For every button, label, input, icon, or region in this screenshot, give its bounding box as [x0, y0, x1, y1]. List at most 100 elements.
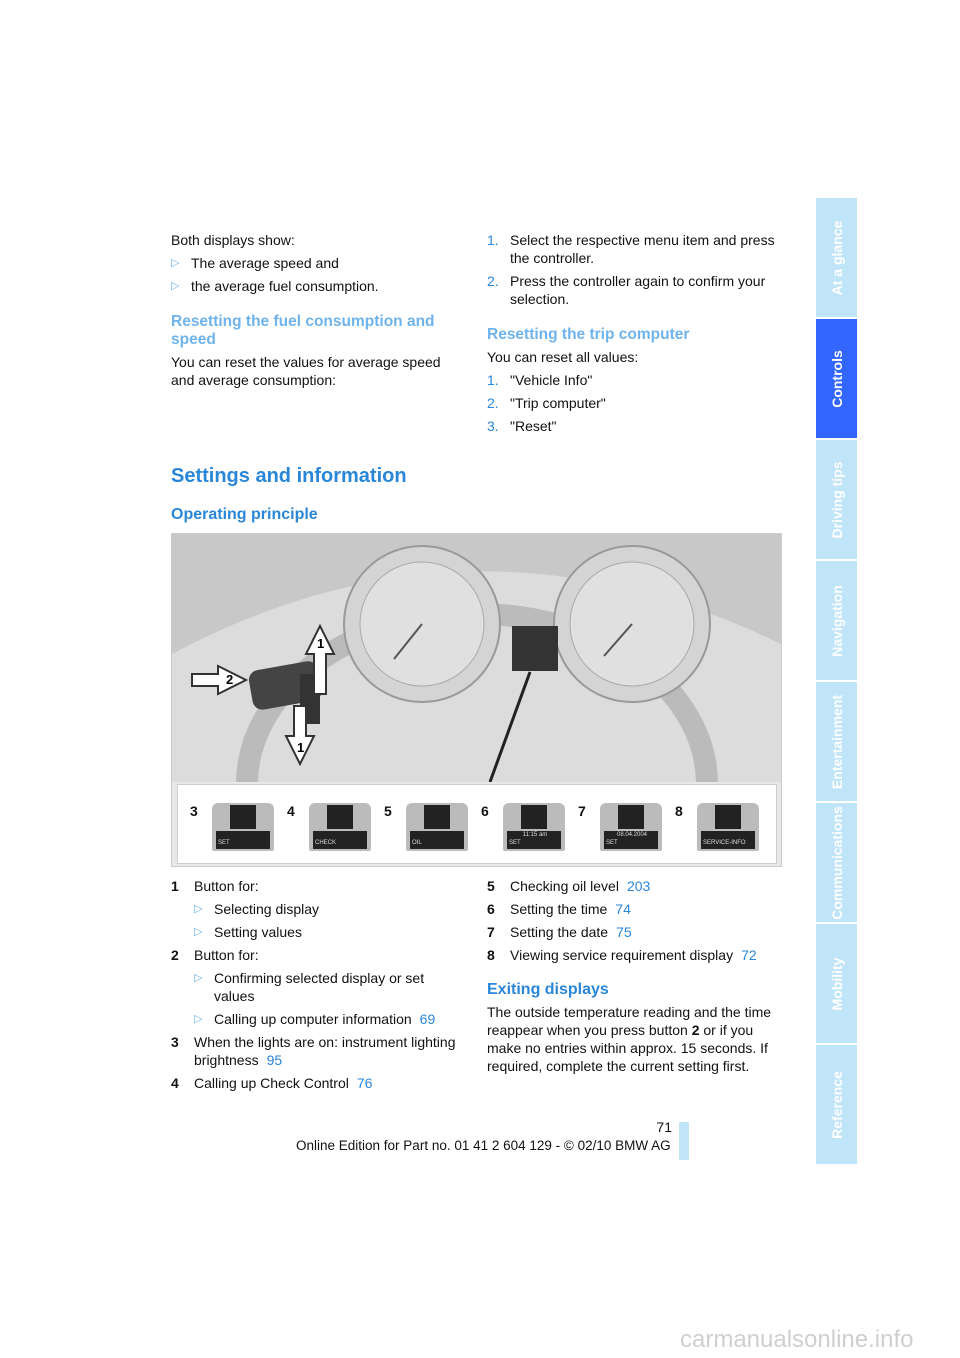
subitem-text: Setting values — [214, 924, 302, 940]
side-tab-label: Reference — [828, 1070, 845, 1139]
step-number: 1. — [487, 372, 499, 388]
display-strip: 3 SET 4 CHECK 5 OIL 6 11:15 am SET 7 08.04.2004 SET… — [177, 784, 777, 864]
edition-footer: Online Edition for Part no. 01 41 2 604 … — [296, 1138, 671, 1153]
display-screen: 11:15 am SET — [507, 831, 561, 849]
heading-resetting-trip: Resetting the trip computer — [487, 326, 690, 343]
side-tab-label: At a glance — [828, 220, 845, 295]
legend-item: 5 Checking oil level 203 — [487, 877, 782, 895]
step-text: Press the controller again to confirm yo… — [510, 273, 766, 307]
legend-number: 1 — [171, 878, 179, 894]
triangle-bullet-icon: ▷ — [171, 257, 180, 269]
subitem-text: Calling up computer information — [214, 1011, 412, 1027]
display-thumbnail: SET — [212, 803, 274, 851]
display-thumbnail: 11:15 am SET — [503, 803, 565, 851]
legend-line: Viewing service requirement display 72 — [510, 946, 757, 964]
side-tab-navigation[interactable]: Navigation — [816, 561, 857, 680]
display-screen: SERVICE-INFO — [701, 831, 755, 849]
triangle-bullet-icon: ▷ — [194, 903, 203, 915]
page-reference-link[interactable]: 203 — [627, 878, 650, 894]
subitem-line: Setting values — [214, 923, 302, 941]
side-tab-driving-tips[interactable]: Driving tips — [816, 440, 857, 559]
page-reference-link[interactable]: 74 — [615, 901, 631, 917]
legend-right: 5 Checking oil level 203 6 Setting the time 7… — [487, 877, 782, 969]
instrument-cluster-drawing: 1 2 1 — [172, 534, 781, 782]
reset-step: 3. "Reset" — [487, 417, 782, 435]
legend-number: 2 — [171, 947, 179, 963]
display-label: OIL — [412, 840, 422, 846]
legend-text: Calling up Check Control — [194, 1075, 349, 1091]
legend-content: Checking oil level 203 — [510, 877, 650, 895]
display-icon — [230, 805, 256, 829]
step-text: "Reset" — [510, 418, 557, 434]
legend-line: Setting the date 75 — [510, 923, 632, 941]
display-screen: 08.04.2004 SET — [604, 831, 658, 849]
left-top-column: Both displays show: ▷ The average speed a… — [171, 231, 466, 389]
section-title: Settings and information — [171, 465, 407, 487]
legend-text: Checking oil level — [510, 878, 619, 894]
display-label: CHECK — [315, 840, 337, 846]
legend-content: Viewing service requirement display 72 — [510, 946, 757, 964]
legend-item: 2 Button for: ▷ Confirming selected display… — [171, 946, 466, 1028]
legend-number: 7 — [487, 924, 495, 940]
side-tab-controls[interactable]: Controls — [816, 319, 857, 438]
step-number: 3. — [487, 418, 499, 434]
side-tab-label: Communications — [828, 805, 845, 920]
legend-number: 3 — [171, 1034, 179, 1050]
legend-text: Button for: — [194, 878, 259, 894]
side-tab-reference[interactable]: Reference — [816, 1045, 857, 1164]
legend-item: 3 When the lights are on: instrument ligh… — [171, 1033, 466, 1069]
side-tab-label: Driving tips — [828, 460, 845, 539]
display-icon — [618, 805, 644, 829]
page-marker — [679, 1122, 689, 1160]
step-number: 2. — [487, 273, 499, 289]
subsection-title: Operating principle — [171, 506, 318, 523]
bullet-text: the average fuel consumption. — [191, 278, 379, 294]
side-tab-at-a-glance[interactable]: At a glance — [816, 198, 857, 317]
intro-text: Both displays show: — [171, 232, 295, 248]
display-callout-number: 4 — [287, 803, 295, 819]
side-tab-label: Navigation — [828, 584, 845, 657]
legend-item: 7 Setting the date 75 — [487, 923, 782, 941]
legend-content: Button for: ▷ Confirming selected display … — [194, 946, 466, 1028]
heading-exiting-displays: Exiting displays — [487, 981, 609, 998]
callout-1-bottom: 1 — [297, 740, 304, 755]
legend-number: 6 — [487, 901, 495, 917]
page-reference-link[interactable]: 75 — [616, 924, 632, 940]
subitem-line: Calling up computer information 69 — [214, 1010, 435, 1028]
step-item: 1. Select the respective menu item and pr… — [487, 231, 782, 267]
display-label: SERVICE-INFO — [703, 840, 746, 846]
reset-step: 1. "Vehicle Info" — [487, 371, 782, 389]
reset-step: 2. "Trip computer" — [487, 394, 782, 412]
display-thumbnail: 08.04.2004 SET — [600, 803, 662, 851]
display-icon — [424, 805, 450, 829]
step-text: Select the respective menu item and pres… — [510, 232, 775, 266]
side-tab-label: Mobility — [828, 957, 845, 1010]
legend-line: When the lights are on: instrument light… — [194, 1033, 466, 1069]
triangle-bullet-icon: ▷ — [194, 926, 203, 938]
step-item: 2. Press the controller again to confirm … — [487, 272, 782, 308]
legend-content: Button for: ▷ Selecting display ▷ Setting va… — [194, 877, 319, 941]
legend-content: When the lights are on: instrument light… — [194, 1033, 466, 1069]
page-reference-link[interactable]: 95 — [267, 1052, 283, 1068]
callout-2: 2 — [226, 672, 233, 687]
page-reference-link[interactable]: 76 — [357, 1075, 373, 1091]
legend-item: 8 Viewing service requirement display 72 — [487, 946, 782, 964]
body-text: You can reset all values: — [487, 349, 639, 365]
page-reference-link[interactable]: 69 — [420, 1011, 436, 1027]
triangle-bullet-icon: ▷ — [194, 1013, 203, 1025]
side-tab-label: Controls — [828, 349, 845, 408]
page-reference-link[interactable]: 72 — [741, 947, 757, 963]
triangle-bullet-icon: ▷ — [194, 972, 203, 984]
side-tab-mobility[interactable]: Mobility — [816, 924, 857, 1043]
dashboard-illustration: 1 2 1 3 SET 4 CHECK 5 OIL 6 11:15 am SET 7 08.04.2… — [171, 533, 782, 867]
side-tab-entertainment[interactable]: Entertainment — [816, 682, 857, 801]
page-number: 71 — [656, 1119, 672, 1135]
legend-subitem: ▷ Calling up computer information 69 — [194, 1010, 466, 1028]
heading-resetting-fuel: Resetting the fuel consumption and speed — [171, 313, 435, 348]
side-tab-communications[interactable]: Communications — [816, 803, 857, 922]
legend-number: 8 — [487, 947, 495, 963]
display-sub-text: 08.04.2004 — [616, 832, 648, 838]
legend-content: Setting the time 74 — [510, 900, 631, 918]
display-thumbnail: OIL — [406, 803, 468, 851]
display-thumbnail: SERVICE-INFO — [697, 803, 759, 851]
